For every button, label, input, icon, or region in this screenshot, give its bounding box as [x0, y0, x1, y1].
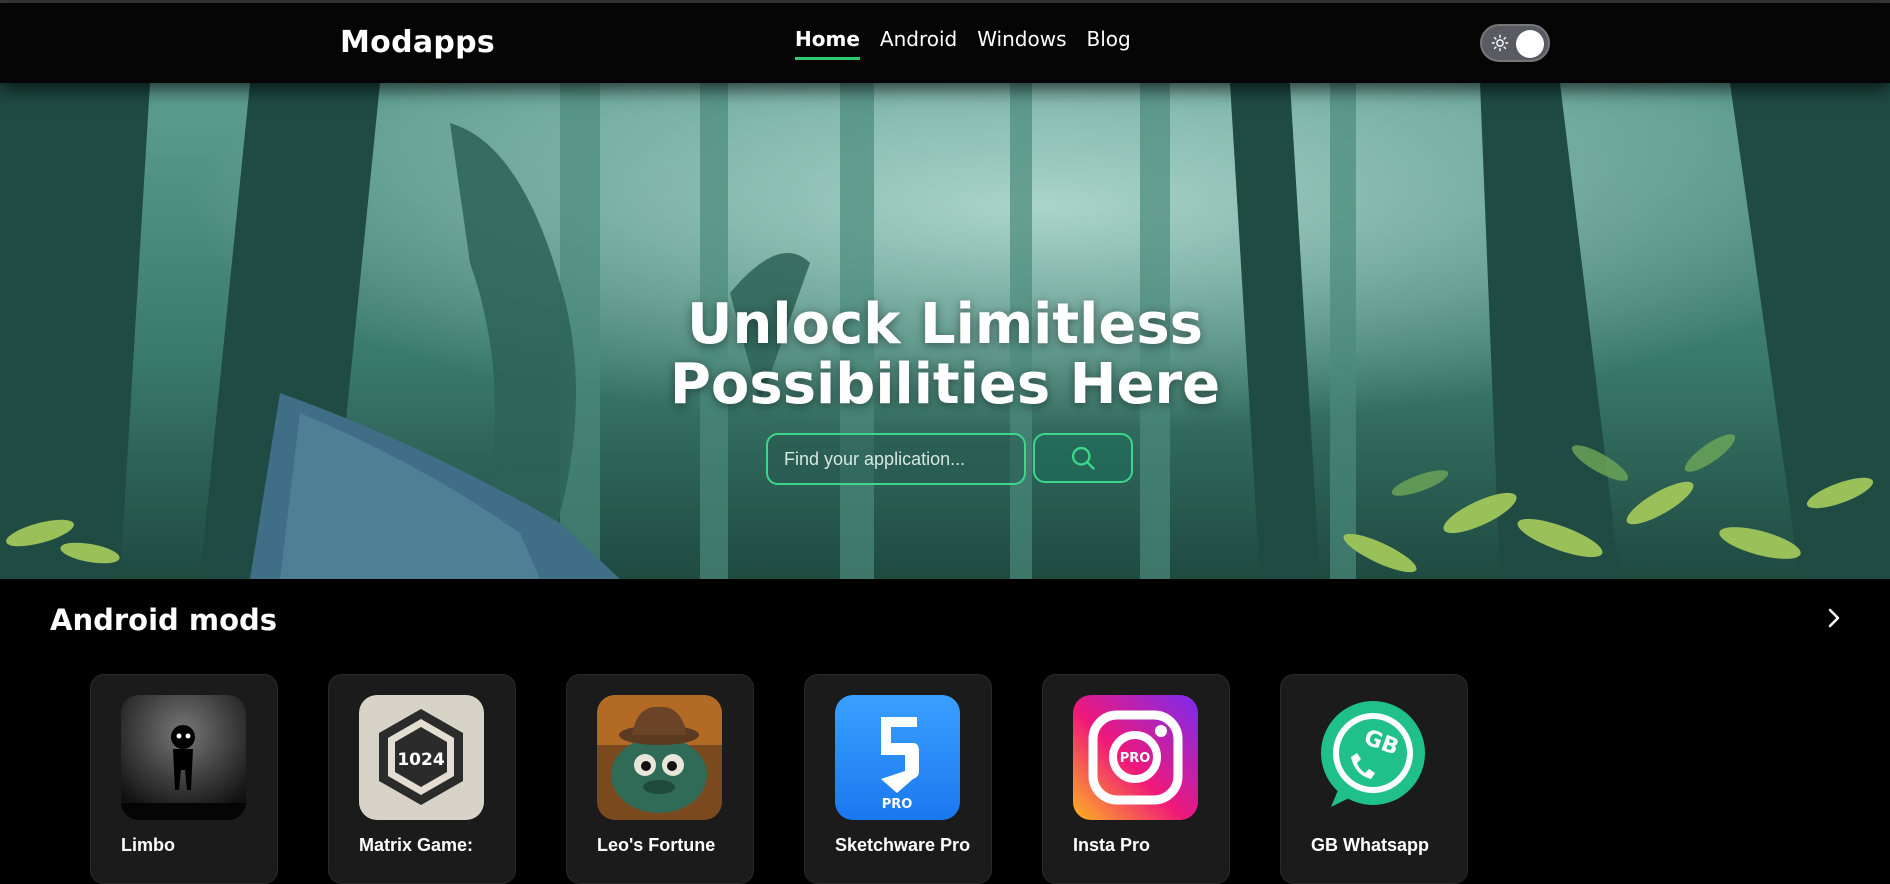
brand-logo[interactable]: Modapps	[340, 25, 495, 60]
theme-toggle[interactable]	[1480, 24, 1550, 62]
hero-banner: Unlock Limitless Possibilities Here	[0, 83, 1890, 579]
app-name: Limbo	[121, 835, 175, 855]
nav-home[interactable]: Home	[795, 27, 860, 60]
nav-android[interactable]: Android	[880, 27, 957, 60]
matrix-game-icon-text: 1024	[397, 750, 444, 770]
app-name: Leo's Fortune	[597, 835, 716, 855]
matrix-game-app-icon: 1024	[359, 695, 484, 820]
app-card-insta-pro[interactable]: PRO Insta Pro	[1042, 674, 1230, 884]
limbo-app-icon	[121, 695, 246, 820]
app-name: Sketchware Pro	[835, 835, 971, 855]
site-header: Modapps Home Android Windows Blog	[0, 3, 1890, 83]
leos-fortune-app-icon	[597, 695, 722, 820]
hero-title: Unlock Limitless Possibilities Here	[0, 295, 1890, 415]
search-icon	[1071, 446, 1095, 470]
app-card-list: Limbo 1024 Matrix Game: Leo's Fortune PR…	[90, 674, 1468, 884]
toggle-knob	[1516, 30, 1544, 58]
app-card-gb-whatsapp[interactable]: GB GB Whatsapp	[1280, 674, 1468, 884]
app-name: GB Whatsapp	[1311, 835, 1430, 855]
sun-icon	[1491, 34, 1509, 52]
nav-windows[interactable]: Windows	[977, 27, 1066, 60]
chevron-right-icon[interactable]	[1822, 606, 1846, 630]
insta-pro-icon-text: PRO	[1120, 751, 1151, 766]
app-card-leos-fortune[interactable]: Leo's Fortune	[566, 674, 754, 884]
hero-title-line1: Unlock Limitless	[687, 292, 1203, 357]
app-name: Insta Pro	[1073, 835, 1151, 855]
app-card-limbo[interactable]: Limbo	[90, 674, 278, 884]
section-title: Android mods	[50, 603, 278, 637]
search-input[interactable]	[766, 433, 1026, 485]
hero-title-line2: Possibilities Here	[669, 352, 1221, 417]
app-name: Matrix Game:	[359, 835, 474, 855]
gb-whatsapp-app-icon: GB	[1311, 695, 1436, 820]
main-nav: Home Android Windows Blog	[795, 27, 1131, 60]
sketchware-pro-app-icon: PRO	[835, 695, 960, 820]
nav-blog[interactable]: Blog	[1087, 27, 1131, 60]
sketchware-icon-text: PRO	[882, 797, 913, 812]
search-button[interactable]	[1033, 433, 1133, 483]
app-card-sketchware-pro[interactable]: PRO Sketchware Pro	[804, 674, 992, 884]
insta-pro-app-icon: PRO	[1073, 695, 1198, 820]
app-card-matrix-game[interactable]: 1024 Matrix Game:	[328, 674, 516, 884]
